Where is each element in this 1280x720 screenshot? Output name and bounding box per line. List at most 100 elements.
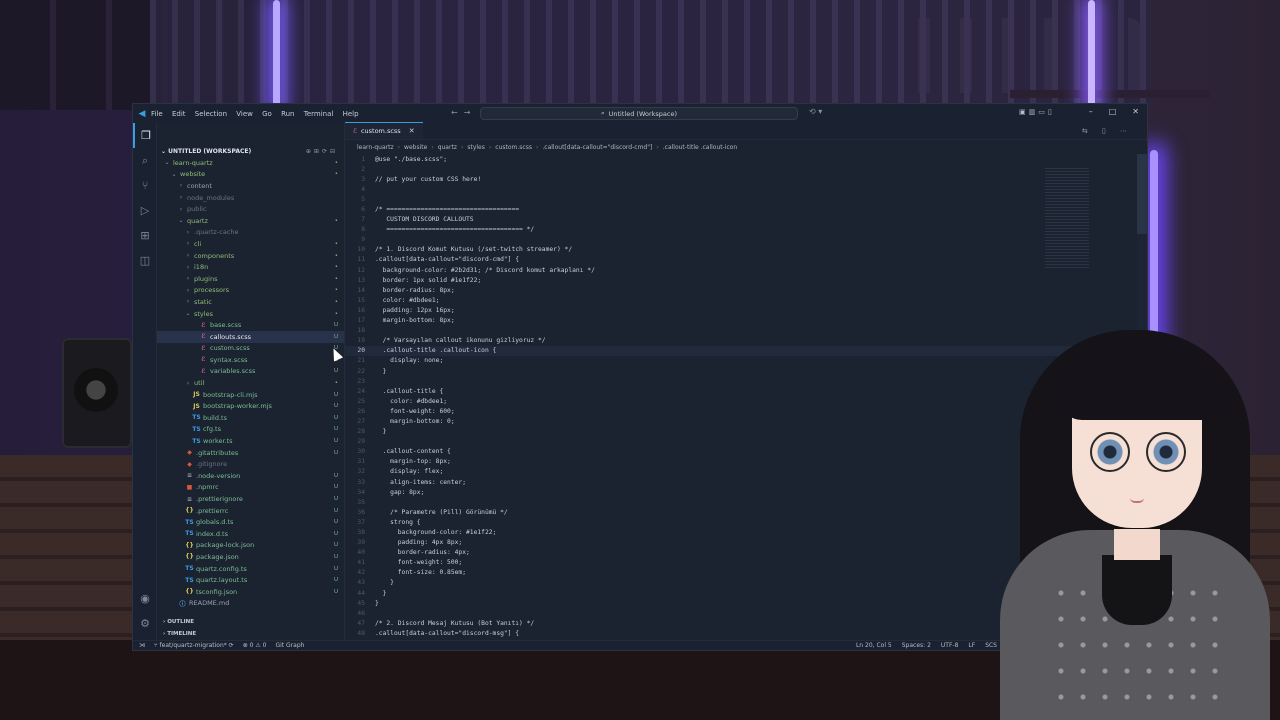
menu-help[interactable]: Help [343, 110, 359, 118]
git-status-badge: U [333, 519, 338, 526]
close-icon[interactable]: ✕ [1132, 107, 1139, 116]
file-tree-item[interactable]: › components • [157, 250, 344, 262]
git-graph-status[interactable]: Git Graph [275, 642, 304, 649]
minimap[interactable] [1045, 168, 1089, 268]
file-tree-item[interactable]: {} package-lock.json U [157, 540, 344, 552]
breadcrumb-item[interactable]: quartz [438, 144, 457, 151]
file-tree-item[interactable]: › node_modules [157, 192, 344, 204]
layout-controls-icon[interactable]: ▣▥▭▯ [1019, 108, 1055, 116]
json-file-icon: {} [185, 588, 194, 596]
file-tree-item[interactable]: TS cfg.ts U [157, 424, 344, 436]
editor-actions-icon[interactable]: ⇆ ▯ ⋯ [1082, 127, 1133, 135]
menu-view[interactable]: View [236, 110, 253, 118]
breadcrumb-item[interactable]: custom.scss [495, 144, 532, 151]
breadcrumb-item[interactable]: website [404, 144, 427, 151]
line-number: 23 [357, 377, 365, 385]
file-tree-item[interactable]: JS bootstrap-worker.mjs U [157, 400, 344, 412]
npm-file-icon: ■ [186, 483, 193, 491]
search-view-icon[interactable]: ⌕ [133, 148, 157, 173]
run-debug-icon[interactable]: ▷ [133, 198, 157, 223]
file-tree-item[interactable]: ◆ .gitignore [157, 458, 344, 470]
outline-section[interactable]: › OUTLINE [157, 616, 344, 628]
file-tree-item[interactable]: ℰsyntax.scss U [157, 354, 344, 366]
code-line: 9 [345, 235, 1085, 245]
file-tree-item[interactable]: › content [157, 180, 344, 192]
file-tree-item[interactable]: › i18n • [157, 261, 344, 273]
neon-light-left [273, 0, 280, 110]
minimize-icon[interactable]: – [1089, 107, 1093, 116]
encoding-status[interactable]: UTF-8 [941, 642, 959, 649]
file-tree-item[interactable]: {} package.json U [157, 551, 344, 563]
file-tree-item[interactable]: ℰcustom.scss U [157, 343, 344, 355]
file-tree-item[interactable]: TS index.d.ts U [157, 528, 344, 540]
command-center[interactable]: ⌕ Untitled (Workspace) [480, 107, 798, 120]
menu-run[interactable]: Run [281, 110, 294, 118]
file-tree-item[interactable]: ■ .npmrc U [157, 482, 344, 494]
file-tree-item[interactable]: › plugins • [157, 273, 344, 285]
extensions-icon[interactable]: ⊞ [133, 223, 157, 248]
file-tree-item[interactable]: › .quartz-cache [157, 227, 344, 239]
close-tab-icon[interactable]: ✕ [409, 127, 415, 135]
file-tree-item[interactable]: ⓘ README.md [157, 598, 344, 610]
scrollbar-thumb[interactable] [1137, 154, 1147, 234]
file-tree-item[interactable]: › public [157, 203, 344, 215]
file-tree-item[interactable]: ⌄ styles • [157, 308, 344, 320]
remote-status-icon[interactable]: ⋊ [139, 642, 145, 649]
source-control-icon[interactable]: ⑂ [133, 173, 157, 198]
file-tree-item[interactable]: TS globals.d.ts U [157, 516, 344, 528]
file-tree-item[interactable]: › util • [157, 377, 344, 389]
menu-edit[interactable]: Edit [172, 110, 186, 118]
file-tree-item[interactable]: ◆ .gitattributes U [157, 447, 344, 459]
workspace-header[interactable]: ⌄ UNTITLED (WORKSPACE) ⊕⊞⟳⊟ [157, 146, 344, 157]
indentation-status[interactable]: Spaces: 2 [902, 642, 931, 649]
menu-terminal[interactable]: Terminal [304, 110, 334, 118]
settings-gear-icon[interactable]: ⚙ [133, 611, 157, 636]
problems-status[interactable]: ⊗ 0 ⚠ 0 [243, 642, 267, 649]
explorer-icon[interactable]: ❐ [133, 123, 157, 148]
file-tree-item[interactable]: TS build.ts U [157, 412, 344, 424]
file-tree-item[interactable]: › static • [157, 296, 344, 308]
file-tree-item[interactable]: ℰvariables.scss U [157, 366, 344, 378]
account-icon[interactable]: ◉ [133, 586, 157, 611]
git-status-badge: U [333, 322, 338, 329]
line-number: 37 [357, 518, 365, 526]
file-tree-item[interactable]: TS worker.ts U [157, 435, 344, 447]
nav-back-forward-icon[interactable]: ←→ [451, 108, 476, 117]
file-tree-item[interactable]: ⌄ learn-quartz • [157, 157, 344, 169]
file-tree-item[interactable]: ≡ .prettierignore U [157, 493, 344, 505]
cursor-position[interactable]: Ln 20, Col 5 [856, 642, 892, 649]
code-line: 15 color: #dbdee1; [345, 295, 1085, 305]
explorer-actions-icon[interactable]: ⊕⊞⟳⊟ [306, 148, 338, 155]
file-tree-item[interactable]: ⌄ quartz • [157, 215, 344, 227]
code-text: strong { [375, 518, 421, 526]
file-tree-item[interactable]: › processors • [157, 285, 344, 297]
remote-icon[interactable]: ◫ [133, 248, 157, 273]
file-tree-item[interactable]: TS quartz.config.ts U [157, 563, 344, 575]
file-tree-item[interactable]: ℰbase.scss U [157, 319, 344, 331]
menu-selection[interactable]: Selection [195, 110, 227, 118]
file-tree-item[interactable]: TS quartz.layout.ts U [157, 574, 344, 586]
breadcrumb-item[interactable]: styles [467, 144, 485, 151]
file-tree-item[interactable]: › cli • [157, 238, 344, 250]
breadcrumb-item[interactable]: .callout[data-callout="discord-cmd"] [542, 144, 652, 151]
code-line: 35 [345, 497, 1085, 507]
timeline-section[interactable]: › TIMELINE [157, 628, 344, 640]
git-status-badge: U [333, 484, 338, 491]
file-tree-item[interactable]: {} tsconfig.json U [157, 586, 344, 598]
code-view[interactable]: 1 @use "./base.scss"; 2 3// put your custom… [345, 154, 1085, 640]
eol-status[interactable]: LF [968, 642, 975, 649]
file-tree-item[interactable]: {} .prettierrc U [157, 505, 344, 517]
file-tree-item[interactable]: ≡ .node-version U [157, 470, 344, 482]
menu-file[interactable]: File [151, 110, 163, 118]
code-line: 20 .callout-title .callout-icon { [345, 345, 1085, 356]
branch-status[interactable]: ⑂ feat/quartz-migration* ⟳ [154, 642, 234, 649]
menu-go[interactable]: Go [262, 110, 272, 118]
file-tree-item[interactable]: JS bootstrap-cli.mjs U [157, 389, 344, 401]
maximize-icon[interactable]: □ [1109, 107, 1117, 116]
file-tree-item[interactable]: ⌄ website • [157, 169, 344, 181]
copilot-icon[interactable]: ⟲ ▾ [809, 107, 822, 116]
breadcrumb-item[interactable]: .callout-title .callout-icon [663, 144, 738, 151]
tab-custom-scss[interactable]: ℰ custom.scss ✕ [345, 122, 423, 139]
breadcrumb-item[interactable]: learn-quartz [357, 144, 394, 151]
file-tree-item[interactable]: ℰcallouts.scss U [157, 330, 344, 343]
